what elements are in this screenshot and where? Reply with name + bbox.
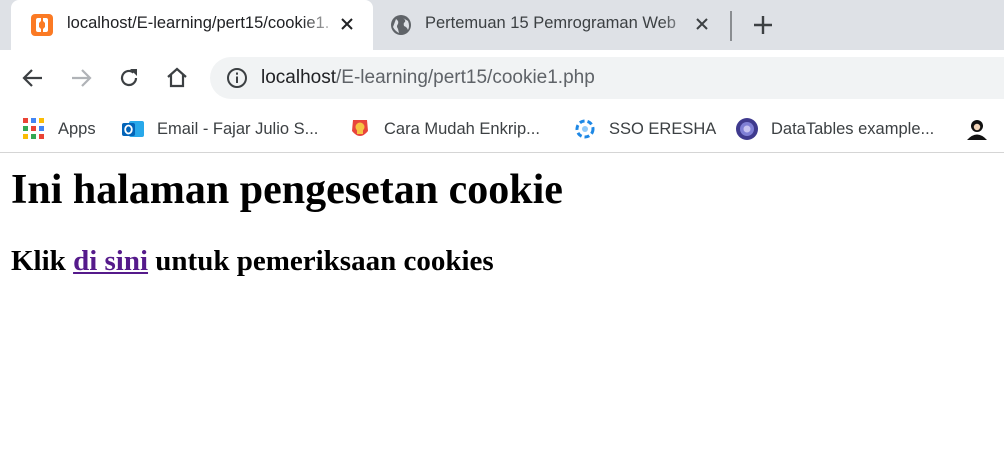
arrow-right-icon — [72, 69, 92, 87]
url-host: localhost — [261, 67, 336, 88]
tab-title: Pertemuan 15 Pemrograman Web — [425, 14, 676, 32]
outlook-icon — [122, 121, 144, 137]
bookmark-avatar[interactable] — [965, 114, 1001, 144]
lock-logo-icon — [352, 120, 368, 136]
user-avatar-icon — [967, 120, 987, 140]
back-button[interactable] — [19, 64, 47, 92]
cookie-check-link[interactable]: di sini — [73, 245, 148, 277]
apps-grid-icon — [23, 118, 44, 139]
xampp-icon — [31, 14, 53, 36]
bookmark-label: Apps — [58, 119, 96, 138]
info-icon[interactable] — [226, 67, 248, 89]
new-tab-button[interactable] — [750, 12, 776, 38]
datatables-icon — [736, 118, 758, 140]
page-content: Ini halaman pengesetan cookie Klik di si… — [0, 154, 1004, 458]
bookmarks-bar: Apps Email - Fajar Julio S... Cara Mudah… — [0, 106, 1004, 153]
bookmark-enkripsi[interactable]: Cara Mudah Enkrip... — [348, 114, 540, 144]
close-tab-icon[interactable] — [336, 13, 358, 35]
reload-icon — [120, 69, 138, 87]
home-button[interactable] — [163, 64, 191, 92]
bookmark-label: Email - Fajar Julio S... — [157, 119, 319, 138]
address-bar[interactable]: localhost/E-learning/pert15/cookie1.php — [210, 57, 1004, 99]
toolbar: localhost/E-learning/pert15/cookie1.php — [0, 50, 1004, 106]
bookmark-label: DataTables example... — [771, 119, 935, 138]
page-heading: Ini halaman pengesetan cookie — [11, 167, 563, 213]
forward-button[interactable] — [67, 64, 95, 92]
home-icon — [167, 67, 187, 88]
bookmark-sso[interactable]: SSO ERESHA — [573, 114, 716, 144]
tab-separator — [730, 11, 732, 41]
bookmark-label: Cara Mudah Enkrip... — [384, 119, 540, 138]
tab-active[interactable]: localhost/E-learning/pert15/cookie1.php — [11, 0, 373, 51]
url-path: /E-learning/pert15/cookie1.php — [336, 67, 595, 88]
bookmark-label: SSO ERESHA — [609, 119, 717, 138]
globe-icon — [391, 15, 411, 35]
bookmark-datatables[interactable]: DataTables example... — [735, 114, 934, 144]
close-tab-icon[interactable] — [691, 13, 713, 35]
sso-logo-icon — [575, 119, 595, 139]
plus-icon — [754, 16, 772, 34]
tab-strip: localhost/E-learning/pert15/cookie1.php … — [0, 0, 1004, 51]
tab-title: localhost/E-learning/pert15/cookie1.php — [67, 14, 329, 32]
tab-inactive[interactable]: Pertemuan 15 Pemrograman Web — [376, 0, 728, 50]
url-text: localhost/E-learning/pert15/cookie1.php — [261, 67, 595, 89]
bookmark-apps[interactable]: Apps — [22, 114, 96, 144]
reload-button[interactable] — [115, 64, 143, 92]
page-instruction: Klik di sini untuk pemeriksaan cookies — [11, 245, 494, 277]
bookmark-email[interactable]: Email - Fajar Julio S... — [121, 114, 318, 144]
arrow-left-icon — [22, 69, 42, 87]
